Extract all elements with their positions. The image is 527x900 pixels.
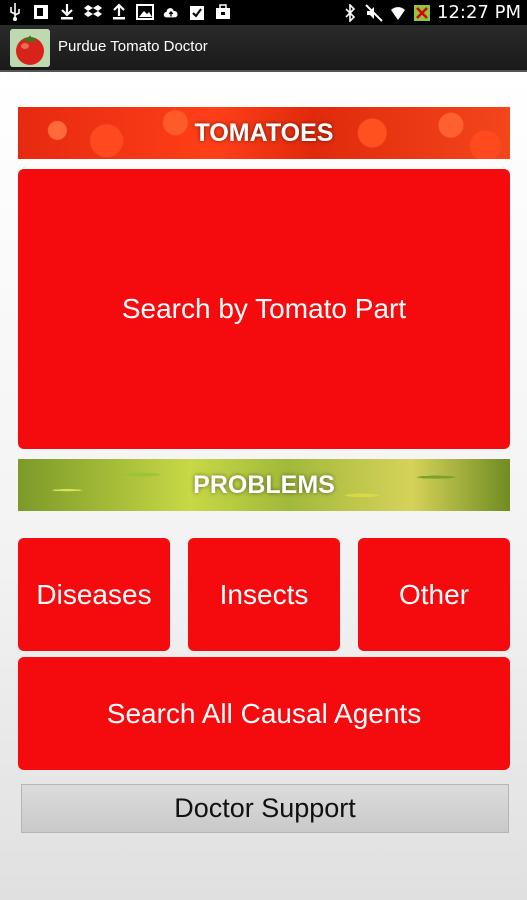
- doctor-support-label: Doctor Support: [174, 793, 356, 823]
- wifi-icon: [389, 4, 407, 22]
- status-right: 12:27 PM: [341, 2, 521, 23]
- mute-icon: [365, 3, 383, 22]
- status-time: 12:27 PM: [437, 2, 521, 23]
- main-content: TOMATOES Search by Tomato Part PROBLEMS …: [0, 72, 527, 900]
- search-by-part-label: Search by Tomato Part: [121, 293, 407, 324]
- signal-icon: [413, 4, 431, 22]
- upload-icon: [110, 3, 128, 21]
- tomatoes-banner: TOMATOES: [18, 107, 510, 159]
- cloud-upload-icon: [162, 3, 180, 21]
- status-bar: 12:27 PM: [0, 0, 527, 25]
- briefcase-icon: [214, 3, 232, 21]
- app-title: Purdue Tomato Doctor: [58, 38, 208, 55]
- check-clipboard-icon: [188, 3, 206, 21]
- insects-button[interactable]: Insects: [188, 538, 340, 651]
- download-icon: [58, 3, 76, 21]
- doctor-support-button[interactable]: Doctor Support: [21, 784, 509, 833]
- other-button[interactable]: Other: [358, 538, 510, 651]
- problems-banner: PROBLEMS: [18, 459, 510, 511]
- search-all-causal-agents-button[interactable]: Search All Causal Agents: [18, 657, 510, 770]
- diseases-label: Diseases: [36, 578, 152, 610]
- image-icon: [136, 3, 154, 21]
- insects-label: Insects: [219, 578, 309, 610]
- tomatoes-title: TOMATOES: [194, 118, 334, 147]
- diseases-button[interactable]: Diseases: [18, 538, 170, 651]
- problems-title: PROBLEMS: [193, 470, 335, 499]
- other-label: Other: [398, 578, 470, 610]
- search-by-part-button[interactable]: Search by Tomato Part: [18, 169, 510, 449]
- notification-icon: [32, 3, 50, 21]
- search-all-label: Search All Causal Agents: [106, 697, 422, 729]
- usb-icon: [6, 3, 24, 21]
- bluetooth-icon: [341, 3, 359, 22]
- dropbox-icon: [84, 3, 102, 21]
- tomato-icon[interactable]: [10, 29, 50, 67]
- action-bar: Purdue Tomato Doctor: [0, 25, 527, 72]
- status-left-icons: [6, 3, 232, 21]
